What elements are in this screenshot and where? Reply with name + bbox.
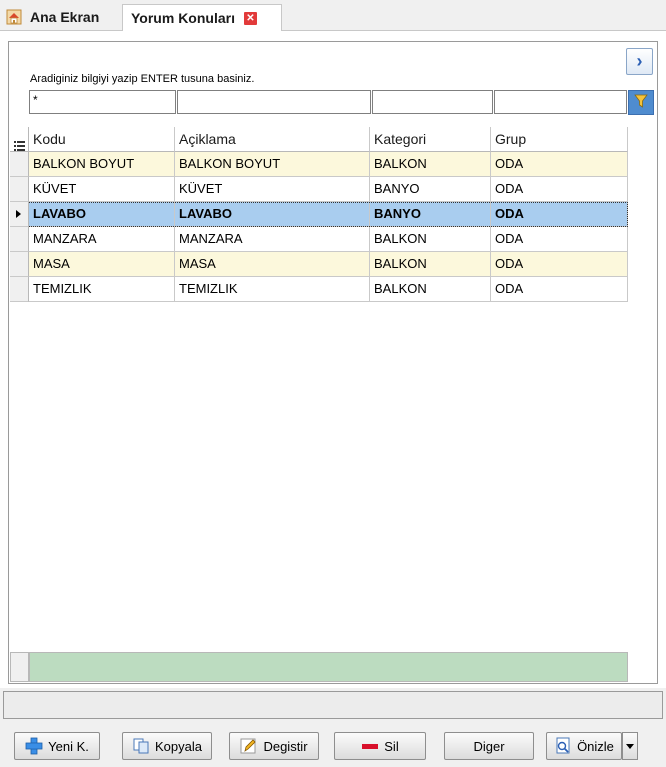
preview-button-label: Önizle (577, 738, 614, 754)
cell-aciklama[interactable]: MANZARA (175, 227, 370, 252)
cell-kategori[interactable]: BALKON (370, 277, 491, 302)
home-icon (6, 9, 22, 25)
pencil-icon (240, 737, 258, 755)
tab-ana-ekran[interactable]: Ana Ekran (6, 4, 118, 30)
new-button-label: Yeni K. (48, 738, 89, 754)
current-row-arrow-icon (16, 210, 21, 218)
edit-button[interactable]: Degistir (229, 732, 319, 760)
cell-grup[interactable]: ODA (491, 227, 628, 252)
delete-button-label: Sil (384, 738, 399, 754)
column-chooser[interactable] (10, 127, 29, 152)
cell-aciklama[interactable]: TEMIZLIK (175, 277, 370, 302)
cell-aciklama[interactable]: BALKON BOYUT (175, 152, 370, 177)
cell-kategori[interactable]: BANYO (370, 202, 491, 227)
table-row[interactable]: TEMIZLIK TEMIZLIK BALKON ODA (10, 277, 628, 302)
preview-icon (554, 737, 572, 755)
grid-header: Kodu Açiklama Kategori Grup (10, 127, 628, 152)
delete-button[interactable]: Sil (334, 732, 426, 760)
cell-grup[interactable]: ODA (491, 177, 628, 202)
column-header-grup[interactable]: Grup (491, 127, 628, 152)
bottom-toolbar: Yeni K. Kopyala Degistir Sil Diger Önizl… (0, 688, 666, 767)
filter-input-kategori[interactable] (372, 90, 493, 114)
preview-dropdown-button[interactable] (622, 732, 638, 760)
table-row[interactable]: MASA MASA BALKON ODA (10, 252, 628, 277)
cell-kategori[interactable]: BALKON (370, 252, 491, 277)
cell-grup[interactable]: ODA (491, 152, 628, 177)
cell-kategori[interactable]: BALKON (370, 227, 491, 252)
cell-kategori[interactable]: BALKON (370, 152, 491, 177)
chevron-right-icon: › (636, 51, 643, 71)
edit-button-label: Degistir (263, 738, 308, 754)
tab-label: Ana Ekran (30, 9, 100, 25)
column-header-kodu[interactable]: Kodu (29, 127, 175, 152)
other-button[interactable]: Diger (444, 732, 534, 760)
row-indicator[interactable] (10, 277, 29, 302)
funnel-icon (633, 93, 649, 112)
cell-aciklama[interactable]: MASA (175, 252, 370, 277)
cell-grup[interactable]: ODA (491, 277, 628, 302)
cell-grup[interactable]: ODA (491, 202, 628, 227)
copy-button[interactable]: Kopyala (122, 732, 212, 760)
grid-footer-summary (29, 652, 628, 682)
footer-indicator (10, 652, 29, 682)
table-row-selected[interactable]: LAVABO LAVABO BANYO ODA (10, 202, 628, 227)
column-header-aciklama[interactable]: Açiklama (175, 127, 370, 152)
tab-label: Yorum Konuları (131, 10, 235, 26)
copy-icon (132, 737, 150, 755)
new-button[interactable]: Yeni K. (14, 732, 100, 760)
cell-grup[interactable]: ODA (491, 252, 628, 277)
table-row[interactable]: BALKON BOYUT BALKON BOYUT BALKON ODA (10, 152, 628, 177)
cell-aciklama[interactable]: KÜVET (175, 177, 370, 202)
cell-kategori[interactable]: BANYO (370, 177, 491, 202)
cell-kodu[interactable]: MASA (29, 252, 175, 277)
cell-kodu[interactable]: LAVABO (29, 202, 175, 227)
column-header-kategori[interactable]: Kategori (370, 127, 491, 152)
cell-kodu[interactable]: BALKON BOYUT (29, 152, 175, 177)
filter-input-grup[interactable] (494, 90, 627, 114)
preview-button[interactable]: Önizle (546, 732, 622, 760)
plus-icon (25, 737, 43, 755)
row-indicator[interactable] (10, 252, 29, 277)
copy-button-label: Kopyala (155, 738, 202, 754)
filter-row: * (29, 90, 628, 114)
filter-input-aciklama[interactable] (177, 90, 371, 114)
cell-kodu[interactable]: MANZARA (29, 227, 175, 252)
row-indicator[interactable] (10, 152, 29, 177)
row-indicator[interactable] (10, 202, 29, 227)
next-button[interactable]: › (626, 48, 653, 75)
cell-kodu[interactable]: KÜVET (29, 177, 175, 202)
status-bar (3, 691, 663, 719)
tab-strip: Ana Ekran Yorum Konuları ✕ (0, 0, 666, 31)
minus-icon (361, 737, 379, 755)
table-row[interactable]: MANZARA MANZARA BALKON ODA (10, 227, 628, 252)
table-row[interactable]: KÜVET KÜVET BANYO ODA (10, 177, 628, 202)
filter-input-kodu[interactable]: * (29, 90, 176, 114)
other-button-label: Diger (473, 738, 505, 754)
row-indicator[interactable] (10, 227, 29, 252)
filter-clear-button[interactable] (628, 90, 654, 115)
cell-kodu[interactable]: TEMIZLIK (29, 277, 175, 302)
row-indicator[interactable] (10, 177, 29, 202)
search-hint: Aradiginiz bilgiyi yazip ENTER tusuna ba… (30, 73, 255, 85)
cell-aciklama[interactable]: LAVABO (175, 202, 370, 227)
list-icon (14, 134, 25, 151)
close-icon[interactable]: ✕ (243, 11, 257, 25)
tab-yorum-konulari[interactable]: Yorum Konuları ✕ (122, 4, 282, 31)
